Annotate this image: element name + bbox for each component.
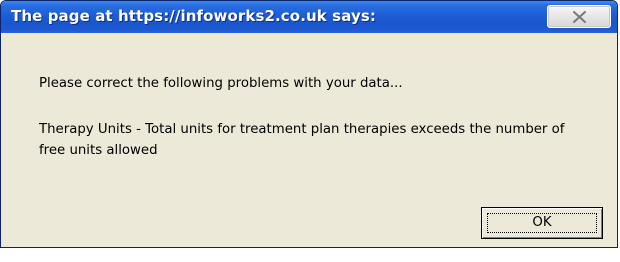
dialog-titlebar[interactable]: The page at https://infoworks2.co.uk say… <box>1 1 617 33</box>
alert-dialog: The page at https://infoworks2.co.uk say… <box>0 0 618 248</box>
ok-button[interactable]: OK <box>481 207 603 239</box>
close-icon <box>573 11 586 23</box>
dialog-title: The page at https://infoworks2.co.uk say… <box>11 7 376 25</box>
dialog-body: Please correct the following problems wi… <box>5 33 613 243</box>
background-area <box>0 248 620 262</box>
close-button[interactable] <box>547 5 611 28</box>
message-detail: Therapy Units - Total units for treatmen… <box>39 122 565 158</box>
ok-button-label: OK <box>532 215 552 230</box>
message-intro: Please correct the following problems wi… <box>39 76 403 91</box>
